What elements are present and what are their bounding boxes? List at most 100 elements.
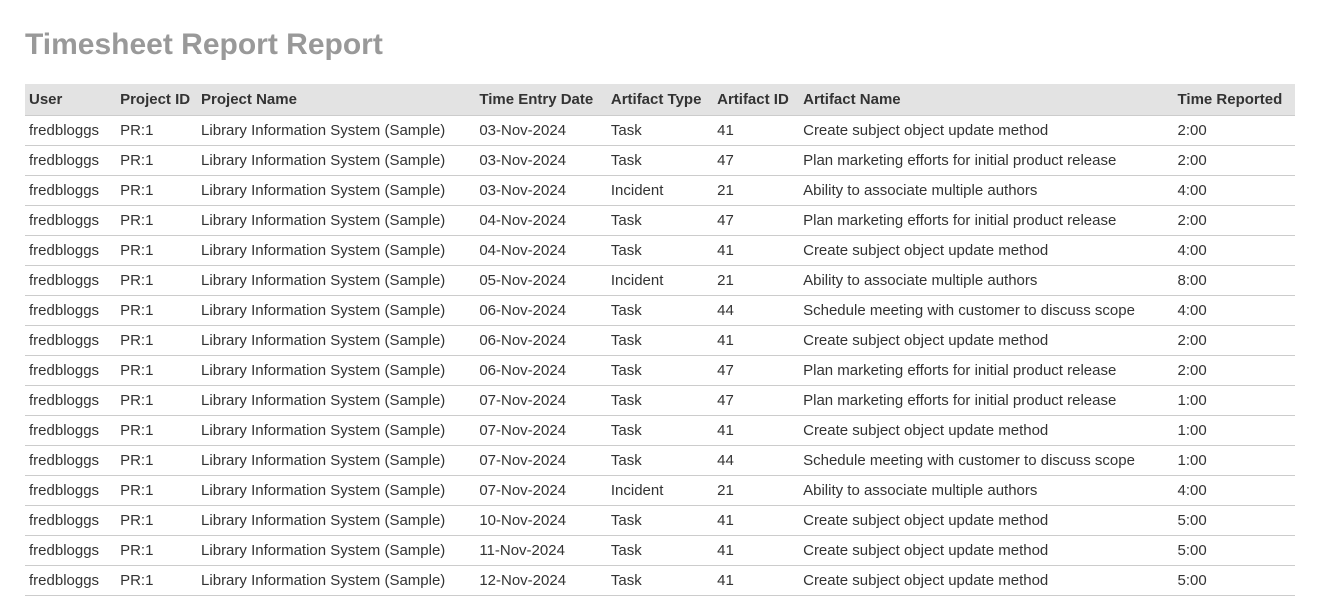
cell-artifact-name: Create subject object update method	[799, 506, 1173, 536]
table-row: fredbloggsPR:1Library Information System…	[25, 296, 1295, 326]
cell-artifact-type: Task	[607, 566, 713, 596]
cell-user: fredbloggs	[25, 296, 116, 326]
cell-date: 06-Nov-2024	[475, 326, 607, 356]
cell-artifact-id: 41	[713, 116, 799, 146]
cell-date: 03-Nov-2024	[475, 176, 607, 206]
cell-date: 03-Nov-2024	[475, 116, 607, 146]
cell-artifact-type: Task	[607, 416, 713, 446]
table-row: fredbloggsPR:1Library Information System…	[25, 566, 1295, 596]
cell-user: fredbloggs	[25, 176, 116, 206]
cell-time-reported: 5:00	[1174, 536, 1295, 566]
cell-project-name: Library Information System (Sample)	[197, 386, 475, 416]
cell-user: fredbloggs	[25, 506, 116, 536]
cell-project-id: PR:1	[116, 536, 197, 566]
report-title: Timesheet Report Report	[25, 28, 1294, 62]
cell-user: fredbloggs	[25, 416, 116, 446]
cell-project-name: Library Information System (Sample)	[197, 116, 475, 146]
cell-artifact-name: Plan marketing efforts for initial produ…	[799, 386, 1173, 416]
cell-artifact-id: 41	[713, 236, 799, 266]
cell-project-id: PR:1	[116, 236, 197, 266]
cell-project-name: Library Information System (Sample)	[197, 356, 475, 386]
cell-artifact-name: Create subject object update method	[799, 566, 1173, 596]
cell-date: 03-Nov-2024	[475, 146, 607, 176]
cell-artifact-type: Incident	[607, 176, 713, 206]
cell-time-reported: 8:00	[1174, 266, 1295, 296]
cell-artifact-type: Task	[607, 386, 713, 416]
table-header-row: User Project ID Project Name Time Entry …	[25, 84, 1295, 116]
cell-user: fredbloggs	[25, 116, 116, 146]
cell-user: fredbloggs	[25, 566, 116, 596]
cell-artifact-type: Task	[607, 506, 713, 536]
cell-artifact-name: Plan marketing efforts for initial produ…	[799, 206, 1173, 236]
cell-artifact-name: Ability to associate multiple authors	[799, 176, 1173, 206]
cell-project-id: PR:1	[116, 416, 197, 446]
cell-project-name: Library Information System (Sample)	[197, 296, 475, 326]
cell-project-id: PR:1	[116, 476, 197, 506]
cell-artifact-type: Task	[607, 326, 713, 356]
cell-project-id: PR:1	[116, 116, 197, 146]
table-row: fredbloggsPR:1Library Information System…	[25, 386, 1295, 416]
cell-project-id: PR:1	[116, 296, 197, 326]
cell-user: fredbloggs	[25, 266, 116, 296]
cell-artifact-type: Task	[607, 146, 713, 176]
cell-project-name: Library Information System (Sample)	[197, 416, 475, 446]
cell-artifact-id: 21	[713, 176, 799, 206]
cell-project-name: Library Information System (Sample)	[197, 206, 475, 236]
col-header-project-name: Project Name	[197, 84, 475, 116]
cell-date: 07-Nov-2024	[475, 476, 607, 506]
table-row: fredbloggsPR:1Library Information System…	[25, 206, 1295, 236]
cell-time-reported: 4:00	[1174, 476, 1295, 506]
table-row: fredbloggsPR:1Library Information System…	[25, 116, 1295, 146]
cell-date: 07-Nov-2024	[475, 386, 607, 416]
cell-project-id: PR:1	[116, 356, 197, 386]
cell-date: 12-Nov-2024	[475, 566, 607, 596]
cell-artifact-name: Create subject object update method	[799, 116, 1173, 146]
cell-project-name: Library Information System (Sample)	[197, 536, 475, 566]
cell-date: 05-Nov-2024	[475, 266, 607, 296]
cell-date: 11-Nov-2024	[475, 536, 607, 566]
cell-user: fredbloggs	[25, 476, 116, 506]
cell-time-reported: 5:00	[1174, 506, 1295, 536]
cell-time-reported: 2:00	[1174, 206, 1295, 236]
table-row: fredbloggsPR:1Library Information System…	[25, 236, 1295, 266]
table-row: fredbloggsPR:1Library Information System…	[25, 536, 1295, 566]
cell-date: 06-Nov-2024	[475, 356, 607, 386]
table-row: fredbloggsPR:1Library Information System…	[25, 416, 1295, 446]
table-row: fredbloggsPR:1Library Information System…	[25, 506, 1295, 536]
table-row: fredbloggsPR:1Library Information System…	[25, 476, 1295, 506]
cell-artifact-name: Ability to associate multiple authors	[799, 266, 1173, 296]
cell-date: 04-Nov-2024	[475, 236, 607, 266]
cell-artifact-name: Create subject object update method	[799, 326, 1173, 356]
cell-project-id: PR:1	[116, 176, 197, 206]
cell-time-reported: 2:00	[1174, 356, 1295, 386]
cell-artifact-name: Schedule meeting with customer to discus…	[799, 296, 1173, 326]
cell-artifact-id: 41	[713, 506, 799, 536]
cell-artifact-type: Task	[607, 236, 713, 266]
cell-user: fredbloggs	[25, 446, 116, 476]
cell-project-id: PR:1	[116, 146, 197, 176]
cell-user: fredbloggs	[25, 146, 116, 176]
cell-artifact-id: 41	[713, 326, 799, 356]
cell-artifact-id: 47	[713, 206, 799, 236]
cell-project-name: Library Information System (Sample)	[197, 566, 475, 596]
col-header-project-id: Project ID	[116, 84, 197, 116]
cell-artifact-id: 41	[713, 536, 799, 566]
cell-project-name: Library Information System (Sample)	[197, 176, 475, 206]
cell-artifact-id: 47	[713, 386, 799, 416]
cell-project-name: Library Information System (Sample)	[197, 476, 475, 506]
cell-user: fredbloggs	[25, 356, 116, 386]
cell-user: fredbloggs	[25, 326, 116, 356]
cell-date: 07-Nov-2024	[475, 446, 607, 476]
timesheet-table: User Project ID Project Name Time Entry …	[25, 84, 1295, 596]
cell-artifact-name: Create subject object update method	[799, 536, 1173, 566]
cell-artifact-id: 21	[713, 476, 799, 506]
cell-time-reported: 2:00	[1174, 116, 1295, 146]
cell-project-id: PR:1	[116, 266, 197, 296]
cell-artifact-name: Plan marketing efforts for initial produ…	[799, 356, 1173, 386]
cell-user: fredbloggs	[25, 206, 116, 236]
cell-project-name: Library Information System (Sample)	[197, 146, 475, 176]
cell-artifact-id: 44	[713, 446, 799, 476]
table-row: fredbloggsPR:1Library Information System…	[25, 146, 1295, 176]
cell-artifact-type: Task	[607, 296, 713, 326]
cell-artifact-type: Task	[607, 116, 713, 146]
